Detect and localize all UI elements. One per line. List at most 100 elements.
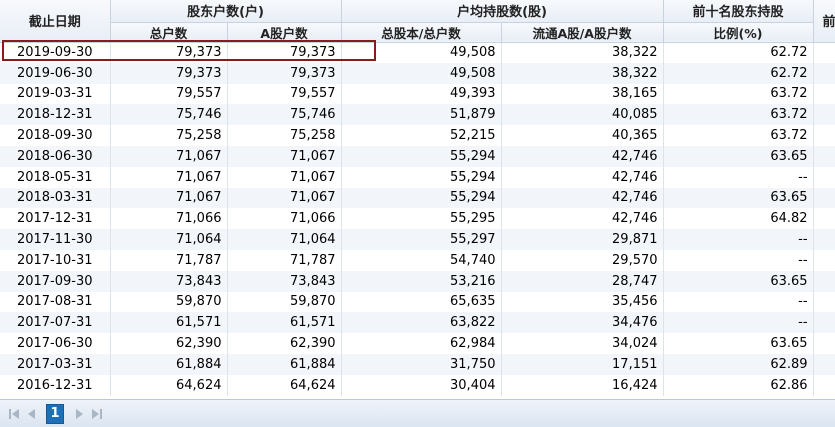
- cell-avg-total: 55,294: [341, 187, 502, 209]
- cell-avg-total: 49,508: [341, 62, 502, 84]
- cell-avg-float: 42,746: [501, 187, 664, 209]
- cell-top10-ratio: --: [663, 166, 814, 188]
- cell-top10-ratio: 62.72: [663, 62, 814, 84]
- cell-extra: [813, 249, 835, 271]
- col-header-date[interactable]: 截止日期: [0, 0, 111, 43]
- table-row[interactable]: 2019-06-30 79,373 79,373 49,508 38,322 62.72: [0, 62, 835, 84]
- cell-top10-ratio: 63.72: [663, 104, 814, 126]
- cell-total-holders: 62,390: [110, 333, 228, 354]
- cell-avg-float: 17,151: [501, 353, 664, 375]
- cell-a-holders: 62,390: [227, 333, 342, 354]
- col-header-a-holders[interactable]: A股户数: [227, 22, 342, 43]
- cell-avg-total: 55,295: [341, 208, 502, 230]
- cell-avg-float: 42,746: [501, 208, 664, 230]
- cell-total-holders: 79,373: [110, 62, 228, 84]
- cell-extra: [813, 353, 835, 375]
- cell-top10-ratio: --: [663, 312, 814, 334]
- cell-avg-float: 34,476: [501, 312, 664, 334]
- cell-top10-ratio: 63.65: [663, 333, 814, 354]
- cell-extra: [813, 145, 835, 167]
- first-page-icon[interactable]: [4, 405, 22, 423]
- cell-avg-float: 38,322: [501, 62, 664, 84]
- table-row[interactable]: 2019-09-30 79,373 79,373 49,508 38,322 62.72: [0, 42, 835, 63]
- col-header-top10-line2[interactable]: 比例(%): [663, 22, 814, 43]
- cell-a-holders: 61,884: [227, 353, 342, 375]
- table-row[interactable]: 2017-03-31 61,884 61,884 31,750 17,151 62.89: [0, 353, 835, 375]
- cell-avg-total: 51,879: [341, 104, 502, 126]
- cell-avg-float: 16,424: [501, 374, 664, 396]
- table-row[interactable]: 2018-09-30 75,258 75,258 52,215 40,365 63.72: [0, 125, 835, 146]
- cell-a-holders: 79,373: [227, 62, 342, 84]
- cell-total-holders: 61,884: [110, 353, 228, 375]
- col-header-total-holders[interactable]: 总户数: [110, 22, 228, 43]
- cell-date: 2019-09-30: [0, 42, 111, 63]
- cell-extra: [813, 166, 835, 188]
- cell-date: 2019-06-30: [0, 62, 111, 84]
- cell-extra: [813, 187, 835, 209]
- cell-total-holders: 71,067: [110, 145, 228, 167]
- table-row[interactable]: 2017-12-31 71,066 71,066 55,295 42,746 64.82: [0, 208, 835, 230]
- cell-date: 2016-12-31: [0, 374, 111, 396]
- table-row[interactable]: 2016-12-31 64,624 64,624 30,404 16,424 62.86: [0, 374, 835, 396]
- next-page-icon[interactable]: [70, 405, 88, 423]
- cell-a-holders: 71,067: [227, 145, 342, 167]
- table-row[interactable]: 2017-08-31 59,870 59,870 65,635 35,456 --: [0, 291, 835, 313]
- cell-extra: [813, 125, 835, 146]
- cell-total-holders: 71,066: [110, 208, 228, 230]
- cell-a-holders: 71,067: [227, 166, 342, 188]
- cell-extra: [813, 42, 835, 63]
- cell-extra: [813, 83, 835, 105]
- cell-extra: [813, 229, 835, 250]
- cell-avg-float: 28,747: [501, 270, 664, 292]
- col-header-avg-total[interactable]: 总股本/总户数: [341, 22, 502, 43]
- cell-top10-ratio: 62.72: [663, 42, 814, 63]
- cell-avg-float: 34,024: [501, 333, 664, 354]
- cell-avg-total: 30,404: [341, 374, 502, 396]
- cell-date: 2017-06-30: [0, 333, 111, 354]
- cell-avg-float: 38,165: [501, 83, 664, 105]
- page-number-current[interactable]: 1: [46, 403, 64, 424]
- table-row[interactable]: 2018-03-31 71,067 71,067 55,294 42,746 63.65: [0, 187, 835, 209]
- col-header-avg-float[interactable]: 流通A股/A股户数: [501, 22, 664, 43]
- cell-date: 2017-10-31: [0, 249, 111, 271]
- table-row[interactable]: 2018-12-31 75,746 75,746 51,879 40,085 63.72: [0, 104, 835, 126]
- col-header-top10-line1[interactable]: 前十名股东持股: [663, 0, 814, 23]
- prev-page-icon[interactable]: [22, 405, 40, 423]
- cell-total-holders: 75,746: [110, 104, 228, 126]
- cell-extra: [813, 374, 835, 396]
- cell-a-holders: 75,258: [227, 125, 342, 146]
- cell-avg-total: 49,393: [341, 83, 502, 105]
- table-row[interactable]: 2017-11-30 71,064 71,064 55,297 29,871 --: [0, 229, 835, 250]
- cell-avg-total: 63,822: [341, 312, 502, 334]
- table-row[interactable]: 2017-10-31 71,787 71,787 54,740 29,570 --: [0, 249, 835, 271]
- table-row[interactable]: 2017-07-31 61,571 61,571 63,822 34,476 --: [0, 312, 835, 334]
- table-row[interactable]: 2017-06-30 62,390 62,390 62,984 34,024 63.65: [0, 333, 835, 354]
- table-row[interactable]: 2019-03-31 79,557 79,557 49,393 38,165 63.72: [0, 83, 835, 105]
- cell-date: 2017-09-30: [0, 270, 111, 292]
- cell-date: 2017-03-31: [0, 353, 111, 375]
- cell-top10-ratio: 63.65: [663, 145, 814, 167]
- cell-date: 2017-12-31: [0, 208, 111, 230]
- cell-avg-float: 29,570: [501, 249, 664, 271]
- last-page-icon[interactable]: [88, 405, 106, 423]
- cell-total-holders: 75,258: [110, 125, 228, 146]
- cell-top10-ratio: --: [663, 291, 814, 313]
- cell-total-holders: 79,557: [110, 83, 228, 105]
- cell-avg-total: 53,216: [341, 270, 502, 292]
- cell-a-holders: 71,787: [227, 249, 342, 271]
- cell-date: 2018-12-31: [0, 104, 111, 126]
- cell-a-holders: 71,064: [227, 229, 342, 250]
- table-row[interactable]: 2017-09-30 73,843 73,843 53,216 28,747 63.65: [0, 270, 835, 292]
- cell-avg-total: 55,294: [341, 145, 502, 167]
- cell-extra: [813, 208, 835, 230]
- col-group-avg-shares: 户均持股数(股): [341, 0, 664, 23]
- cell-total-holders: 71,067: [110, 166, 228, 188]
- col-header-extra[interactable]: 前: [813, 0, 835, 43]
- cell-total-holders: 61,571: [110, 312, 228, 334]
- cell-avg-total: 55,297: [341, 229, 502, 250]
- table-row[interactable]: 2018-06-30 71,067 71,067 55,294 42,746 63.65: [0, 145, 835, 167]
- cell-extra: [813, 312, 835, 334]
- cell-top10-ratio: 62.86: [663, 374, 814, 396]
- cell-avg-float: 42,746: [501, 145, 664, 167]
- table-row[interactable]: 2018-05-31 71,067 71,067 55,294 42,746 --: [0, 166, 835, 188]
